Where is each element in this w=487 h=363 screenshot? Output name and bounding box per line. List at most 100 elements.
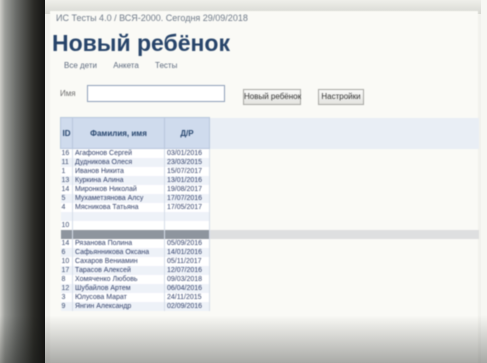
cell-dob	[164, 221, 210, 230]
cell-name	[72, 221, 165, 230]
cell-id: 14	[60, 185, 73, 194]
table-row[interactable]: 9 Янгин Александр 02/09/2016	[60, 302, 479, 311]
cell-name: Мясникова Татьяна	[72, 203, 165, 212]
cell-id: 12	[60, 284, 73, 293]
cell-dob: 02/09/2016	[164, 302, 210, 311]
cell-name: Шубайлов Артем	[72, 284, 165, 293]
cell-id: 3	[60, 293, 73, 302]
row-filler	[210, 293, 479, 302]
row-filler	[209, 230, 479, 239]
row-filler	[210, 185, 479, 194]
cell-dob: 17/05/2017	[164, 203, 210, 212]
cell-dob: 15/07/2017	[164, 167, 210, 176]
row-filler	[210, 167, 479, 176]
cell-dob	[164, 230, 210, 239]
settings-button[interactable]: Настройки	[318, 89, 364, 105]
cell-name: Агафонов Сергей	[72, 148, 165, 158]
cell-dob: 03/01/2016	[164, 148, 210, 158]
cell-name	[72, 230, 165, 239]
table-row-selected[interactable]	[60, 230, 479, 239]
monitor-right-edge	[481, 0, 487, 363]
table-row[interactable]: 17 Тарасов Алексей 12/07/2016	[60, 266, 479, 275]
cell-id: 4	[60, 203, 73, 212]
cell-dob: 14/01/2016	[164, 248, 210, 257]
table-row[interactable]: 11 Дудникова Олеся 23/03/2015	[60, 158, 479, 167]
table-row[interactable]: 5 Мухаметзянова Алсу 17/07/2016	[60, 194, 479, 203]
cell-dob: 17/07/2016	[164, 194, 210, 203]
column-header-id[interactable]: ID	[60, 117, 73, 149]
cell-id	[60, 212, 73, 221]
table-body: 16 Агафонов Сергей 03/01/2016 11 Дудникова О…	[60, 148, 479, 311]
cell-id: 1	[60, 167, 73, 176]
cell-id: 13	[60, 176, 73, 185]
row-filler	[210, 239, 479, 248]
row-filler	[210, 203, 479, 212]
cell-dob: 05/09/2016	[164, 239, 210, 248]
cell-name: Дудникова Олеся	[72, 158, 165, 167]
cell-name: Сахаров Вениамин	[72, 257, 165, 266]
row-filler	[210, 194, 479, 203]
cell-name: Тарасов Алексей	[72, 266, 165, 275]
table-row[interactable]	[60, 212, 479, 221]
nav-link-questionnaire[interactable]: Анкета	[113, 60, 139, 72]
table-row[interactable]: 10 Сахаров Вениамин 05/11/2017	[60, 257, 479, 266]
row-filler	[210, 266, 479, 275]
name-search-input[interactable]	[87, 85, 225, 102]
cell-id: 17	[60, 266, 73, 275]
cell-id: 11	[60, 158, 73, 167]
column-header-filler	[209, 117, 479, 149]
table-row[interactable]: 14 Рязанова Полина 05/09/2016	[60, 239, 479, 248]
table-row[interactable]: 6 Сафьянникова Оксана 14/01/2016	[60, 248, 479, 257]
table-row[interactable]: 10	[60, 221, 479, 230]
photo-frame: ИС Тесты 4.0 / ВСЯ-2000. Сегодня 29/09/2…	[0, 0, 487, 363]
cell-name: Юлусова Марат	[72, 293, 165, 302]
column-header-name[interactable]: Фамилия, имя	[72, 117, 165, 149]
cell-dob: 09/03/2018	[164, 275, 210, 284]
new-child-button[interactable]: Новый ребёнок	[243, 89, 301, 105]
app-window: ИС Тесты 4.0 / ВСЯ-2000. Сегодня 29/09/2…	[50, 11, 479, 363]
table-header-row: ID Фамилия, имя Д/Р	[60, 117, 479, 149]
children-table: ID Фамилия, имя Д/Р 16 Агафонов Сергей 03/…	[60, 117, 479, 311]
cell-dob: 12/07/2016	[164, 266, 210, 275]
cell-dob: 23/03/2015	[164, 158, 210, 167]
cell-name	[72, 212, 165, 221]
cell-name: Мухаметзянова Алсу	[72, 194, 165, 203]
row-filler	[210, 275, 479, 284]
cell-id: 10	[60, 221, 73, 230]
table-row[interactable]: 1 Иванов Никита 15/07/2017	[60, 167, 479, 176]
cell-id: 6	[60, 248, 73, 257]
page-title: Новый ребёнок	[52, 30, 230, 56]
table-row[interactable]: 14 Миронков Николай 19/08/2017	[60, 185, 479, 194]
nav-menu: Все дети Анкета Тесты	[64, 60, 191, 72]
cell-dob: 19/08/2017	[164, 185, 210, 194]
row-filler	[210, 212, 479, 221]
photo-bottom-shadow	[0, 315, 487, 363]
cell-name: Рязанова Полина	[72, 239, 165, 248]
table-row[interactable]: 16 Агафонов Сергей 03/01/2016	[60, 148, 479, 158]
row-filler	[210, 221, 479, 230]
table-row[interactable]: 12 Шубайлов Артем 06/04/2016	[60, 284, 479, 293]
cell-id: 8	[60, 275, 73, 284]
cell-name: Куркина Алина	[72, 176, 165, 185]
cell-id: 16	[60, 148, 73, 158]
monitor-left-bezel	[0, 0, 45, 363]
window-title: ИС Тесты 4.0 / ВСЯ-2000. Сегодня 29/09/2…	[56, 13, 248, 23]
row-filler	[210, 302, 479, 311]
cell-id: 5	[60, 194, 73, 203]
table-row[interactable]: 4 Мясникова Татьяна 17/05/2017	[60, 203, 479, 212]
cell-dob: 24/11/2015	[164, 293, 210, 302]
table-row[interactable]: 8 Хомяченко Любовь 09/03/2018	[60, 275, 479, 284]
cell-id	[60, 230, 73, 239]
cell-id: 9	[60, 302, 73, 311]
row-filler	[210, 284, 479, 293]
column-header-dob[interactable]: Д/Р	[164, 117, 210, 149]
cell-name: Янгин Александр	[72, 302, 165, 311]
table-row[interactable]: 3 Юлусова Марат 24/11/2015	[60, 293, 479, 302]
table-row[interactable]: 13 Куркина Алина 13/01/2016	[60, 176, 479, 185]
row-filler	[210, 176, 479, 185]
cell-name: Сафьянникова Оксана	[72, 248, 165, 257]
cell-name: Хомяченко Любовь	[72, 275, 165, 284]
nav-link-all-children[interactable]: Все дети	[64, 60, 97, 72]
cell-name: Миронков Николай	[72, 185, 165, 194]
nav-link-tests[interactable]: Тесты	[155, 60, 177, 72]
